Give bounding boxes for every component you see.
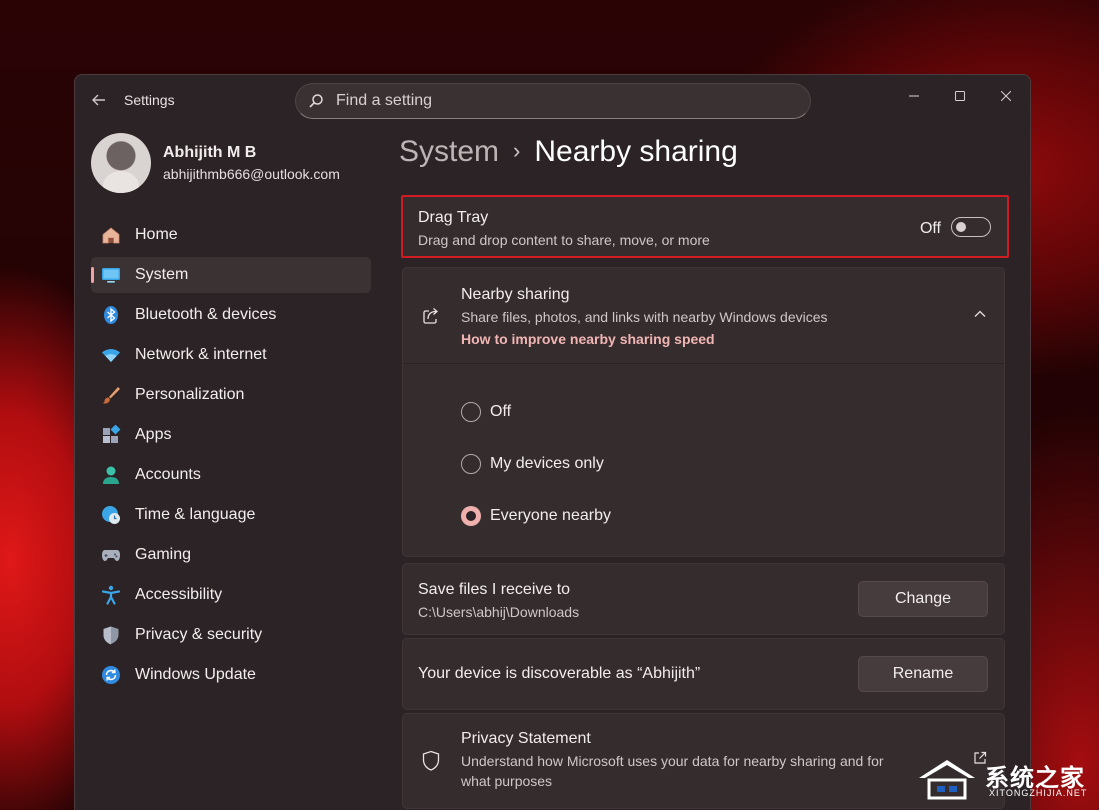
profile-name: Abhijith M B <box>163 144 257 161</box>
globe-clock-icon <box>101 505 121 525</box>
sidebar-item-bluetooth[interactable]: Bluetooth & devices <box>91 297 371 333</box>
nearby-sharing-title: Nearby sharing <box>461 286 570 303</box>
sidebar-item-gaming[interactable]: Gaming <box>91 537 371 573</box>
title-bar: Settings <box>75 75 1030 127</box>
sidebar-item-label: Gaming <box>135 546 192 563</box>
breadcrumb-parent[interactable]: System <box>399 135 499 168</box>
radio-button[interactable] <box>461 402 481 422</box>
watermark: 系统之家 XITONGZHIJIA.NET <box>915 756 1091 804</box>
bluetooth-icon <box>101 305 121 325</box>
minimize-button[interactable] <box>891 81 937 111</box>
sidebar-item-windows-update[interactable]: Windows Update <box>91 657 371 693</box>
sidebar-item-home[interactable]: Home <box>91 217 371 253</box>
sidebar-item-label: Time & language <box>135 506 256 523</box>
maximize-button[interactable] <box>937 81 983 111</box>
profile-email: abhijithmb666@outlook.com <box>163 166 340 182</box>
nearby-sharing-header[interactable]: Nearby sharing Share files, photos, and … <box>403 268 1004 364</box>
radio-label: My devices only <box>490 455 604 472</box>
system-icon <box>101 265 121 285</box>
privacy-statement-title: Privacy Statement <box>461 730 591 747</box>
back-arrow-icon <box>92 94 105 106</box>
chevron-right-icon: › <box>513 138 521 163</box>
sidebar-item-system[interactable]: System <box>91 257 371 293</box>
sidebar-item-label: System <box>135 266 189 283</box>
house-logo-icon <box>919 760 975 800</box>
home-icon <box>101 225 121 245</box>
radio-option-everyone[interactable]: Everyone nearby <box>461 504 611 528</box>
watermark-subtext: XITONGZHIJIA.NET <box>989 788 1088 798</box>
app-title: Settings <box>124 92 175 108</box>
sidebar-item-label: Accessibility <box>135 586 223 603</box>
apps-icon <box>101 425 121 445</box>
save-files-title: Save files I receive to <box>418 581 571 598</box>
avatar[interactable] <box>91 133 151 193</box>
privacy-statement-line2: what purposes <box>461 773 553 789</box>
maximize-icon <box>955 91 965 101</box>
page-title: Nearby sharing <box>534 135 738 168</box>
sidebar-item-label: Privacy & security <box>135 626 263 643</box>
chevron-up-icon[interactable] <box>970 304 990 324</box>
sidebar-item-privacy-security[interactable]: Privacy & security <box>91 617 371 653</box>
gamepad-icon <box>101 545 121 565</box>
sidebar-item-label: Accounts <box>135 466 201 483</box>
toggle-knob <box>956 222 966 232</box>
sidebar-item-label: Personalization <box>135 386 245 403</box>
radio-option-my-devices[interactable]: My devices only <box>461 452 604 476</box>
drag-tray-card: Drag Tray Drag and drop content to share… <box>401 195 1009 258</box>
wifi-icon <box>101 345 121 365</box>
drag-tray-title: Drag Tray <box>418 209 489 226</box>
privacy-statement-line1: Understand how Microsoft uses your data … <box>461 753 884 769</box>
discoverable-card: Your device is discoverable as “Abhijith… <box>402 638 1005 710</box>
sidebar-item-time-language[interactable]: Time & language <box>91 497 371 533</box>
brush-icon <box>101 385 121 405</box>
rename-button[interactable]: Rename <box>858 656 988 692</box>
sidebar-nav: Home System Bluetooth & devices Network … <box>91 217 371 697</box>
nearby-sharing-card: Nearby sharing Share files, photos, and … <box>402 267 1005 557</box>
sidebar-item-label: Home <box>135 226 178 243</box>
save-files-card: Save files I receive to C:\Users\abhij\D… <box>402 563 1005 635</box>
search-icon <box>309 94 323 108</box>
nearby-sharing-speed-link[interactable]: How to improve nearby sharing speed <box>461 331 715 347</box>
breadcrumb: System › Nearby sharing <box>399 133 738 173</box>
sidebar-item-accounts[interactable]: Accounts <box>91 457 371 493</box>
save-files-path: C:\Users\abhij\Downloads <box>418 604 580 620</box>
search-input[interactable] <box>336 84 796 118</box>
shield-outline-icon <box>422 750 440 771</box>
nearby-sharing-description: Share files, photos, and links with near… <box>461 309 828 325</box>
shield-icon <box>101 625 121 645</box>
change-button[interactable]: Change <box>858 581 988 617</box>
settings-window: Settings Abhijith M B abhijithmb666@outl… <box>74 74 1031 810</box>
sidebar-item-personalization[interactable]: Personalization <box>91 377 371 413</box>
sidebar-item-label: Apps <box>135 426 172 443</box>
radio-label: Off <box>490 403 512 420</box>
close-icon <box>1000 90 1012 102</box>
sidebar-item-label: Windows Update <box>135 666 256 683</box>
sidebar-item-label: Network & internet <box>135 346 267 363</box>
sidebar-item-apps[interactable]: Apps <box>91 417 371 453</box>
radio-button[interactable] <box>461 454 481 474</box>
sidebar-item-accessibility[interactable]: Accessibility <box>91 577 371 613</box>
radio-option-off[interactable]: Off <box>461 400 511 424</box>
discoverable-title: Your device is discoverable as “Abhijith… <box>418 665 701 682</box>
drag-tray-toggle[interactable] <box>951 217 991 237</box>
drag-tray-description: Drag and drop content to share, move, or… <box>418 232 710 248</box>
update-icon <box>101 665 121 685</box>
minimize-icon <box>909 95 919 97</box>
drag-tray-state-label: Off <box>919 220 941 237</box>
sidebar-item-label: Bluetooth & devices <box>135 306 277 323</box>
close-button[interactable] <box>983 81 1029 111</box>
radio-label: Everyone nearby <box>490 507 611 524</box>
back-button[interactable] <box>89 89 109 111</box>
sidebar-item-network[interactable]: Network & internet <box>91 337 371 373</box>
search-box[interactable] <box>295 83 811 119</box>
accessibility-icon <box>101 585 121 605</box>
person-icon <box>101 465 121 485</box>
share-icon <box>423 308 438 324</box>
radio-button-selected[interactable] <box>461 506 481 526</box>
